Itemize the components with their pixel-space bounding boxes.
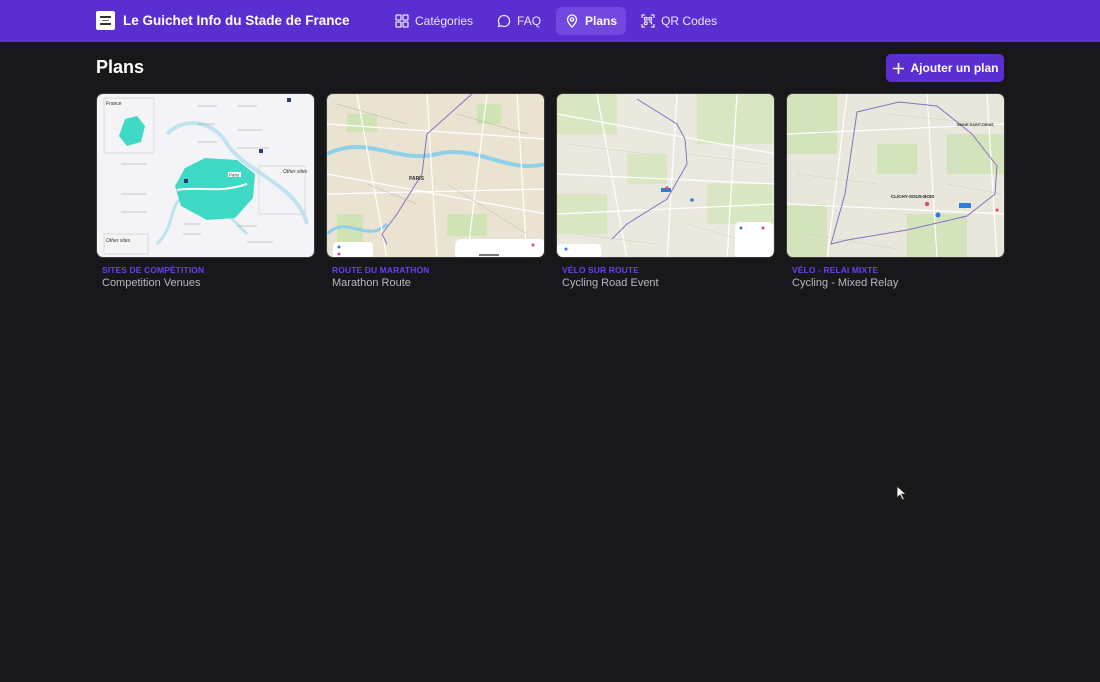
plan-card-category: Sites de compétition	[102, 265, 205, 275]
page-title: Plans	[96, 57, 145, 77]
plan-card-name: Cycling - Mixed Relay	[792, 277, 899, 289]
qr-code-icon	[641, 14, 655, 28]
nav-item-qr-codes[interactable]: QR Codes	[632, 7, 726, 35]
plan-card-name: Competition Venues	[102, 277, 201, 289]
main-nav: Catégories FAQ Plans QR Codes	[386, 7, 732, 35]
plans-grid: France Paris Other sites Other sites Sit…	[96, 93, 1016, 289]
map-pin-icon	[566, 14, 578, 28]
nav-item-label: Catégories	[415, 14, 474, 28]
map-thumbnail-image: SEINE-SAINT-DENIS CLICHY-SOUS-BOIS	[787, 94, 1004, 257]
brand-logo-icon	[96, 11, 115, 30]
map-thumbnail-image: France Paris Other sites Other sites	[97, 94, 314, 257]
top-navigation-bar: Le Guichet Info du Stade de France Catég…	[0, 0, 1100, 42]
plan-thumbnail[interactable]: SEINE-SAINT-DENIS CLICHY-SOUS-BOIS	[786, 93, 1005, 258]
map-thumbnail-image	[557, 94, 774, 257]
map-label-seine-saint-denis: SEINE-SAINT-DENIS	[957, 123, 994, 127]
add-plan-button-label: Ajouter un plan	[910, 61, 999, 75]
map-label-paris: Paris	[229, 173, 240, 178]
nav-item-label: QR Codes	[661, 14, 718, 28]
add-plan-button[interactable]: Ajouter un plan	[886, 54, 1004, 82]
nav-item-faq[interactable]: FAQ	[488, 7, 550, 35]
plan-card-competition-venues[interactable]: France Paris Other sites Other sites Sit…	[96, 93, 315, 289]
plan-card-category: Vélo sur route	[562, 265, 639, 275]
nav-item-label: FAQ	[517, 14, 542, 28]
plan-card-category: Vélo - Relai mixte	[792, 265, 879, 275]
map-label-paris: PARIS	[409, 176, 425, 182]
nav-item-label: Plans	[585, 14, 618, 28]
brand-link[interactable]: Le Guichet Info du Stade de France	[96, 11, 350, 30]
plan-card-cycling-mixed-relay[interactable]: SEINE-SAINT-DENIS CLICHY-SOUS-BOIS Vélo …	[786, 93, 1005, 289]
plus-icon	[892, 62, 904, 74]
plan-card-name: Cycling Road Event	[562, 277, 659, 289]
plan-card-cycling-road-event[interactable]: Vélo sur route Cycling Road Event	[556, 93, 775, 289]
map-thumbnail-image: PARIS	[327, 94, 544, 257]
plan-card-name: Marathon Route	[332, 277, 411, 289]
nav-item-plans[interactable]: Plans	[556, 7, 627, 35]
chat-bubble-icon	[497, 14, 511, 28]
plan-card-marathon-route[interactable]: PARIS Route du marathon Marathon Route	[326, 93, 545, 289]
map-label-other-sites-left: Other sites	[106, 238, 131, 244]
map-label-other-sites-right: Other sites	[283, 169, 308, 175]
plan-card-category: Route du marathon	[332, 265, 430, 275]
plan-thumbnail[interactable]: PARIS	[326, 93, 545, 258]
brand-title: Le Guichet Info du Stade de France	[123, 13, 350, 28]
map-label-clichy-sous-bois: CLICHY-SOUS-BOIS	[891, 194, 934, 199]
grid-icon	[395, 14, 409, 28]
map-label-france: France	[106, 101, 122, 107]
plan-thumbnail[interactable]	[556, 93, 775, 258]
plan-thumbnail[interactable]: France Paris Other sites Other sites	[96, 93, 315, 258]
nav-item-categories[interactable]: Catégories	[386, 7, 482, 35]
mouse-cursor-icon	[896, 485, 908, 501]
